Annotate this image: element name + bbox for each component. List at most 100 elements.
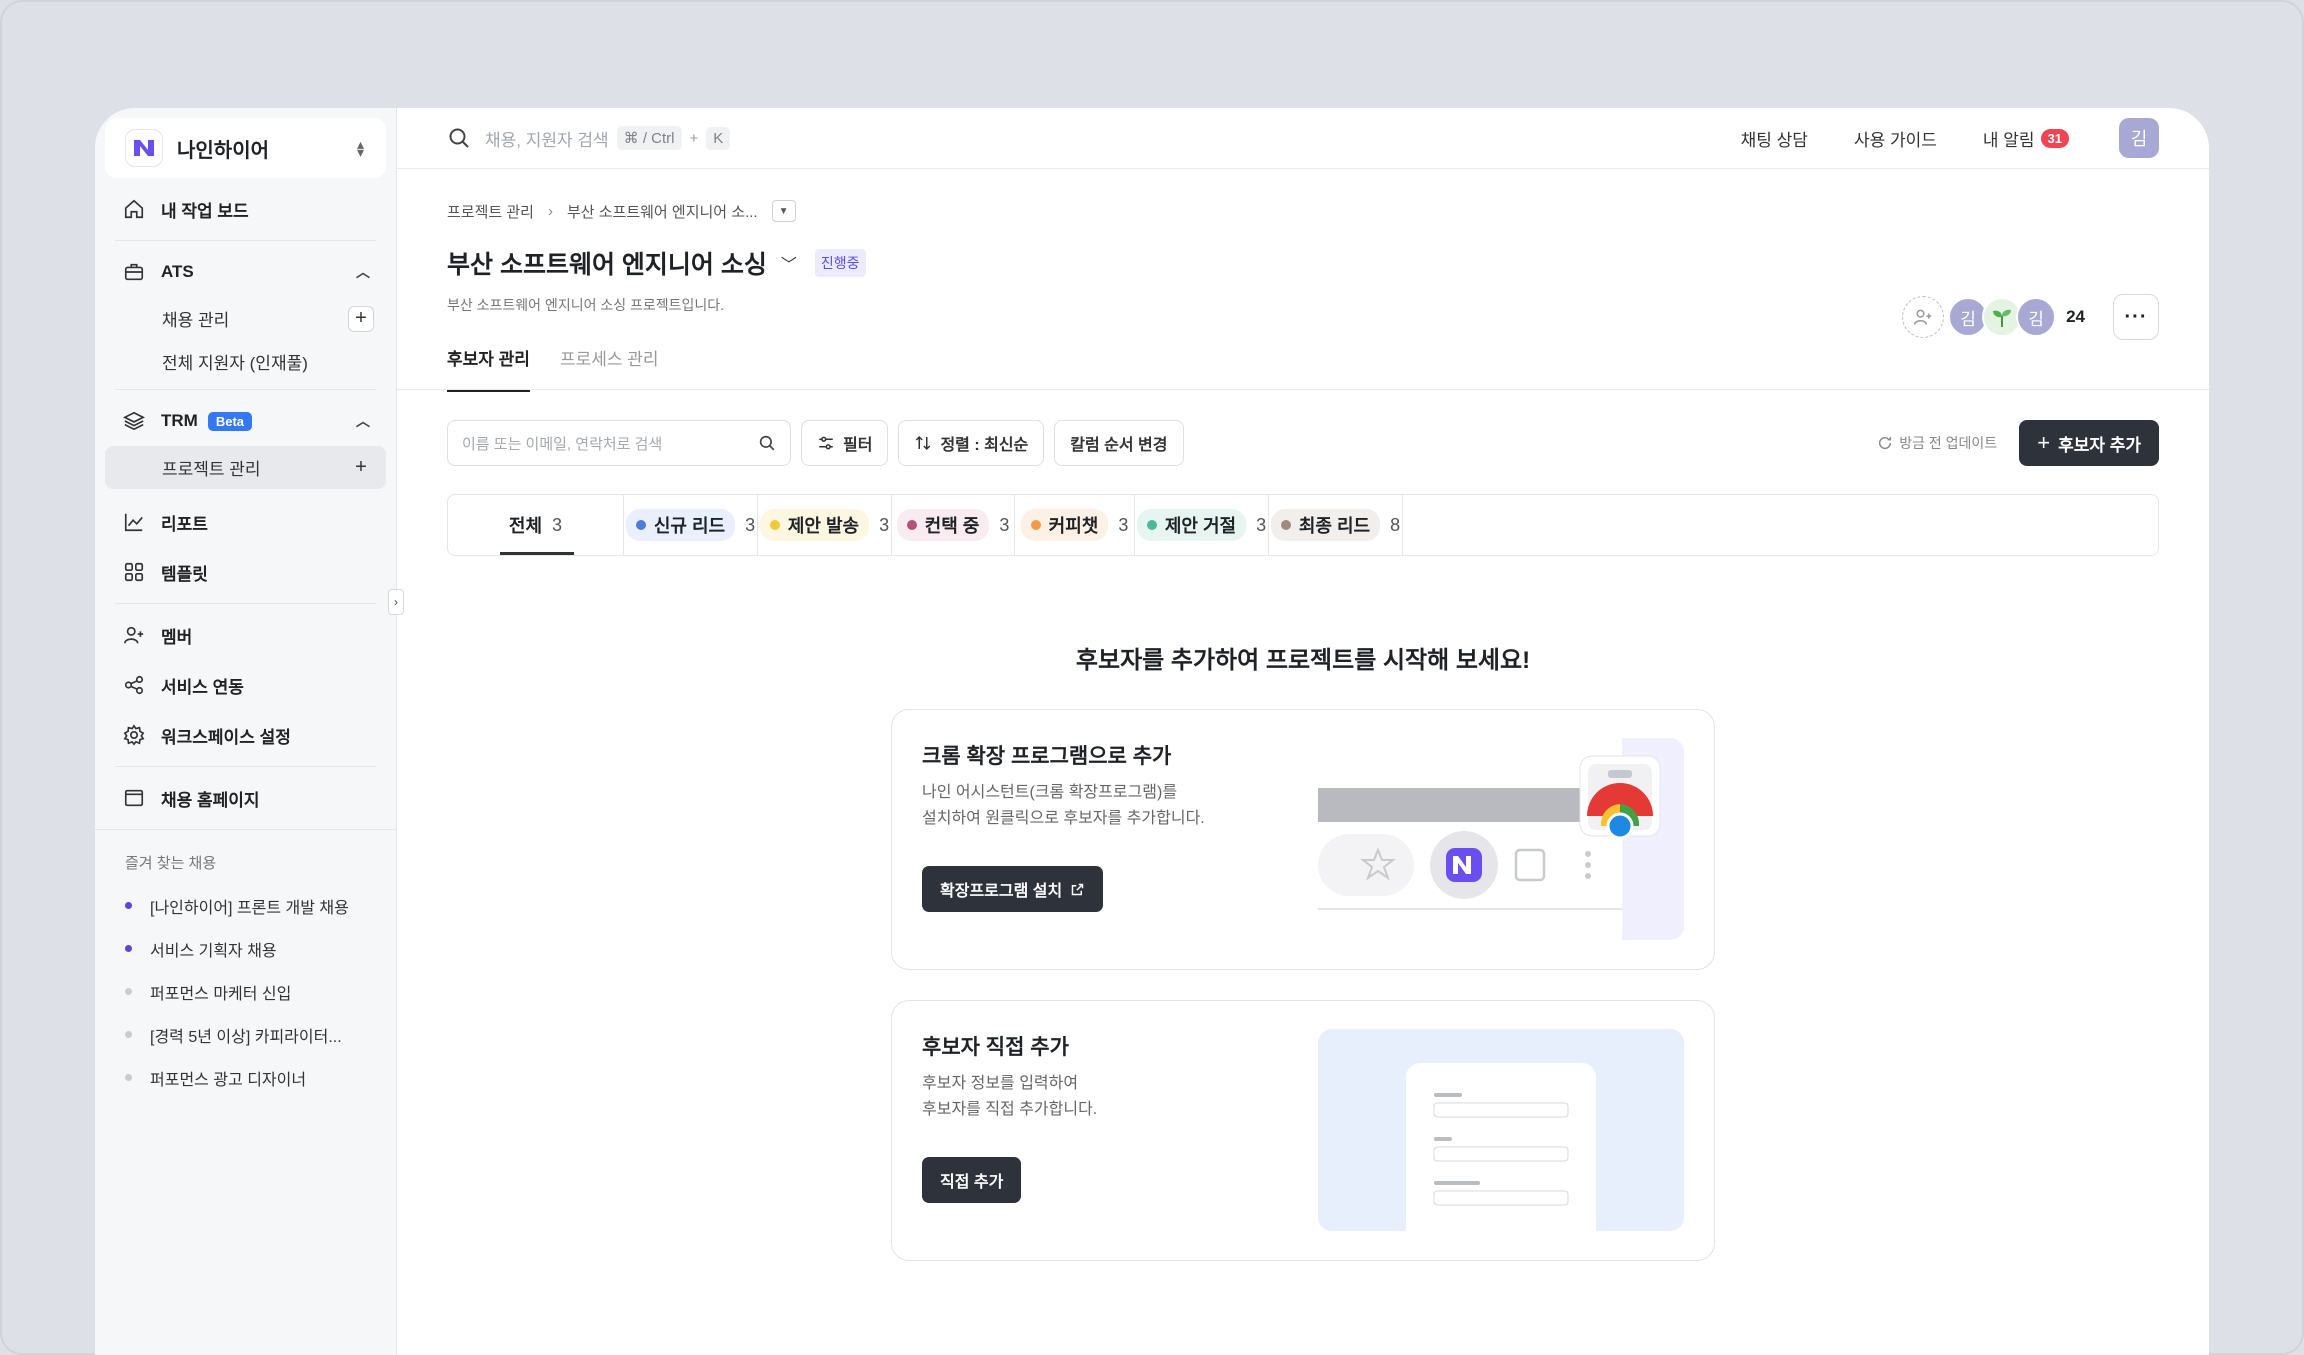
user-guide-link[interactable]: 사용 가이드 (1854, 126, 1937, 151)
shortcut-key: ⌘ / Ctrl (616, 126, 682, 150)
sort-button[interactable]: 정렬 : 최신순 (898, 420, 1045, 466)
sidebar-item-label: 채용 관리 (162, 311, 230, 330)
stage-tab[interactable]: 컨택 중 3 (892, 495, 1015, 555)
stage-tab[interactable]: 제안 거절 3 (1135, 495, 1269, 555)
breadcrumb: 프로젝트 관리 › 부산 소프트웨어 엔지니어 소... ▼ (447, 197, 2159, 225)
favorite-job-item[interactable]: 퍼포먼스 마케터 신입 (95, 970, 396, 1013)
stage-tabs: 전체 3 신규 리드 3 제안 발송 3 컨택 중 3 커피챗 3 제안 거절 3 최종 리드 8 (447, 494, 2159, 556)
add-member-button[interactable] (1902, 296, 1945, 338)
add-project-button[interactable]: + (348, 455, 374, 481)
favorites-list: [나인하이어] 프론트 개발 채용 서비스 기획자 채용퍼포먼스 마케터 신입 [경… (95, 884, 396, 1099)
card-description-line: 후보자 정보를 입력하여 (922, 1075, 1079, 1092)
global-search[interactable]: 채용, 지원자 검색 ⌘ / Ctrl + K (447, 126, 1741, 151)
chevron-up-icon[interactable]: ︿ (356, 411, 370, 431)
sidebar-item-projects[interactable]: 프로젝트 관리 + (105, 446, 386, 489)
workspace-logo (125, 129, 163, 167)
stage-chip: 최종 리드 (1270, 509, 1381, 541)
refresh-button[interactable]: 방금 전 업데이트 (1877, 433, 1997, 453)
add-job-button[interactable]: + (348, 305, 374, 332)
stage-tab[interactable]: 제안 발송 3 (758, 495, 892, 555)
sidebar-item-homepage[interactable]: 채용 홈페이지 (95, 773, 396, 823)
last-updated-label: 방금 전 업데이트 (1899, 435, 1998, 451)
sidebar-item-template[interactable]: 템플릿 (95, 547, 396, 597)
sidebar-item-label: 멤버 (161, 627, 193, 647)
sidebar-item-talent-pool[interactable]: 전체 지원자 (인재풀) (95, 340, 396, 383)
tab-candidates[interactable]: 후보자 관리 (447, 345, 530, 392)
notifications-link[interactable]: 내 알림 31 (1983, 126, 2069, 151)
favorite-job-item[interactable]: [나인하이어] 프론트 개발 채용 (95, 884, 396, 927)
stage-label: 최종 리드 (1298, 516, 1371, 536)
manual-add-button[interactable]: 직접 추가 (922, 1157, 1022, 1203)
sort-arrows-icon (916, 435, 931, 451)
install-extension-button[interactable]: 확장프로그램 설치 (922, 866, 1104, 912)
shortcut-plus: + (689, 129, 699, 147)
divider (95, 829, 396, 830)
stage-label: 전체 (508, 516, 543, 536)
home-icon (121, 196, 147, 222)
divider (115, 766, 376, 767)
chevron-down-icon[interactable]: ﹀ (781, 251, 797, 275)
stage-tab[interactable]: 최종 리드 8 (1269, 495, 1403, 555)
stage-chip: 제안 거절 (1136, 509, 1247, 541)
sort-label: 정렬 : 최신순 (940, 437, 1029, 454)
layers-icon (121, 408, 147, 434)
column-order-button[interactable]: 칼럼 순서 변경 (1054, 420, 1184, 466)
sidebar-item-my-board[interactable]: 내 작업 보드 (95, 184, 396, 234)
sidebar-section-ats[interactable]: ATS ︿ (95, 247, 396, 297)
stage-chip: 제안 발송 (759, 509, 870, 541)
sidebar-item-jobs[interactable]: 채용 관리 + (95, 297, 396, 340)
form-illustration (1318, 1029, 1684, 1231)
status-badge: 진행중 (814, 249, 866, 277)
user-avatar[interactable]: 김 (2119, 118, 2159, 158)
favorite-label: 퍼포먼스 마케터 신입 (150, 985, 292, 1003)
sidebar: › 나인하이어 ▴ ▾ 내 작업 보드 ATS ︿ 채용 관리 + 전체 지원자 … (95, 108, 404, 1355)
sidebar-item-member[interactable]: 멤버 (95, 610, 396, 660)
candidate-search-input[interactable]: 이름 또는 이메일, 연락처로 검색 (447, 420, 791, 466)
chevron-right-icon: › (547, 202, 553, 220)
divider (115, 603, 376, 604)
stage-label: 컨택 중 (924, 516, 980, 536)
sidebar-item-label: 전체 지원자 (인재풀) (162, 354, 308, 373)
tab-process[interactable]: 프로세스 관리 (560, 345, 659, 392)
active-tab-underline (500, 552, 574, 555)
sliders-icon (819, 436, 833, 450)
favorite-job-item[interactable]: [경력 5년 이상] 카피라이터... (95, 1013, 396, 1056)
filter-button[interactable]: 필터 (801, 420, 889, 466)
search-icon (759, 435, 775, 451)
refresh-icon (1879, 436, 1892, 450)
stage-tab[interactable]: 커피챗 3 (1015, 495, 1135, 555)
stage-tab[interactable]: 전체 3 (448, 495, 624, 555)
breadcrumb-root[interactable]: 프로젝트 관리 (447, 201, 534, 222)
breadcrumb-dropdown-button[interactable]: ▼ (771, 200, 796, 222)
member-avatar[interactable]: 김 (2016, 297, 2057, 337)
stage-color-dot (1146, 520, 1157, 530)
stage-color-dot (1030, 520, 1041, 530)
member-count: 24 (2066, 307, 2085, 326)
stage-color-dot (1280, 520, 1291, 530)
sidebar-item-report[interactable]: 리포트 (95, 497, 396, 547)
divider (115, 240, 376, 241)
stage-color-dot (769, 520, 780, 530)
favorite-job-item[interactable]: 퍼포먼스 광고 디자이너 (95, 1056, 396, 1099)
stage-count: 3 (745, 514, 756, 535)
notification-count-badge: 31 (2040, 128, 2069, 148)
stage-tab[interactable]: 신규 리드 3 (624, 495, 758, 555)
chart-line-icon (121, 509, 147, 535)
sprout-icon (1993, 309, 2012, 327)
stage-count: 8 (1390, 514, 1401, 535)
chevron-up-icon[interactable]: ︿ (356, 262, 370, 282)
sidebar-item-integration[interactable]: 서비스 연동 (95, 660, 396, 710)
search-icon (449, 128, 469, 148)
favorite-job-item[interactable]: 서비스 기획자 채용 (95, 927, 396, 970)
sidebar-section-trm[interactable]: TRM Beta ︿ (95, 396, 396, 446)
more-options-button[interactable]: ··· (2113, 294, 2159, 340)
add-candidate-button[interactable]: + 후보자 추가 (2019, 420, 2159, 466)
chat-support-link[interactable]: 채팅 상담 (1741, 126, 1808, 151)
stage-chip: 신규 리드 (625, 509, 736, 541)
project-tabs: 후보자 관리 프로세스 관리 (447, 345, 2159, 392)
sidebar-collapse-toggle[interactable]: › (388, 589, 404, 615)
workspace-switcher[interactable]: 나인하이어 ▴ ▾ (105, 118, 386, 178)
favorite-dot (125, 988, 132, 995)
sidebar-item-settings[interactable]: 워크스페이스 설정 (95, 710, 396, 760)
chrome-extension-card: 크롬 확장 프로그램으로 추가 나인 어시스턴트(크롬 확장프로그램)를 설치하… (891, 709, 1715, 970)
